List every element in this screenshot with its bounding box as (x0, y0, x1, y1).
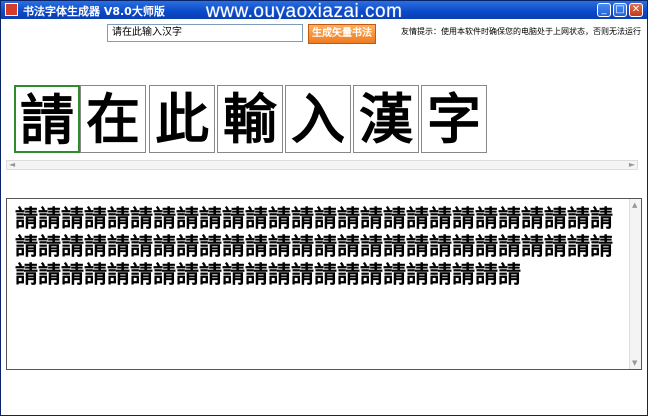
close-button[interactable]: ✕ (629, 3, 643, 17)
scroll-up-icon[interactable]: ▲ (632, 201, 637, 209)
window-title: 书法字体生成器 V8.0大师版 (23, 5, 165, 18)
watermark-text: www.ouyaoxiazai.com (206, 1, 403, 22)
preview-char-6[interactable]: 漢 (353, 85, 419, 153)
title-bar[interactable]: 书法字体生成器 V8.0大师版 www.ouyaoxiazai.com _ □ … (1, 1, 647, 22)
horizontal-scrollbar[interactable]: ◄ ► (6, 160, 638, 170)
vertical-scrollbar[interactable]: ▲ ▼ (629, 199, 641, 369)
preview-char-2[interactable]: 在 (80, 85, 146, 153)
app-icon (5, 3, 18, 16)
preview-char-1[interactable]: 請 (14, 85, 80, 153)
preview-char-3[interactable]: 此 (149, 85, 215, 153)
preview-char-7[interactable]: 字 (421, 85, 487, 153)
preview-char-5[interactable]: 入 (285, 85, 351, 153)
scroll-right-icon[interactable]: ► (629, 160, 635, 169)
generate-calligraphy-button[interactable]: 生成矢量书法 (308, 24, 376, 44)
chinese-text-input[interactable]: 请在此输入汉字 (107, 24, 303, 42)
preview-char-4[interactable]: 輸 (217, 85, 283, 153)
font-variants-panel: 請請請請請請請請請請請請請請請請請請請請請請請請請請請請請請請請請請請請請請請請… (6, 198, 642, 370)
usage-tip: 友情提示：使用本软件时确保您的电脑处于上网状态，否则无法运行 (401, 27, 641, 36)
minimize-button[interactable]: _ (597, 3, 611, 17)
font-variants-text[interactable]: 請請請請請請請請請請請請請請請請請請請請請請請請請請請請請請請請請請請請請請請請… (15, 205, 619, 289)
scroll-left-icon[interactable]: ◄ (9, 160, 15, 169)
app-window: 书法字体生成器 V8.0大师版 www.ouyaoxiazai.com _ □ … (0, 0, 648, 416)
maximize-button[interactable]: □ (613, 3, 627, 17)
scroll-down-icon[interactable]: ▼ (632, 359, 637, 367)
